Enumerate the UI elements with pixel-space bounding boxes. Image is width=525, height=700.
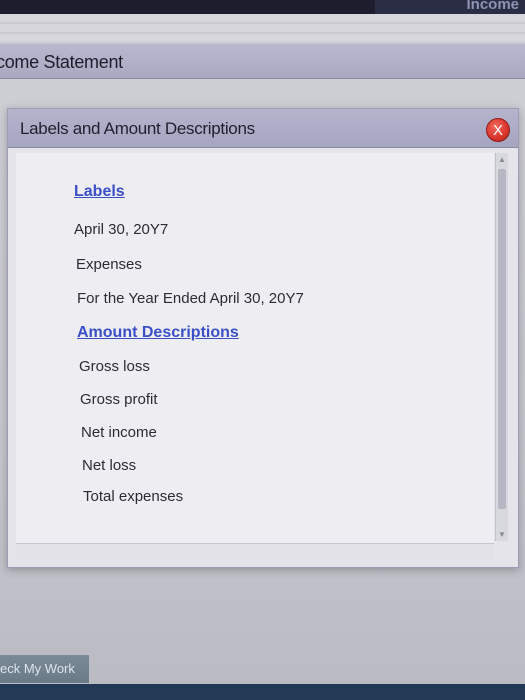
top-bar: Income: [0, 0, 525, 14]
close-button[interactable]: X: [486, 118, 510, 142]
scroll-thumb[interactable]: [498, 169, 506, 509]
dialog-scrollbar[interactable]: ▲ ▼: [495, 153, 508, 541]
check-my-work-button[interactable]: eck My Work: [0, 655, 89, 683]
top-tab[interactable]: Income: [375, 0, 525, 14]
labels-heading-link[interactable]: Labels: [74, 183, 125, 201]
list-item-net-loss[interactable]: Net loss: [82, 457, 136, 474]
statement-header: come Statement: [0, 44, 525, 79]
list-item-period[interactable]: For the Year Ended April 30, 20Y7: [77, 290, 304, 307]
amount-descriptions-link[interactable]: Amount Descriptions: [77, 324, 239, 342]
dialog-footer: [16, 543, 494, 560]
list-item-expenses[interactable]: Expenses: [76, 256, 142, 273]
scroll-up-icon[interactable]: ▲: [498, 155, 506, 164]
list-item-gross-loss[interactable]: Gross loss: [79, 358, 150, 375]
list-item-gross-profit[interactable]: Gross profit: [80, 391, 158, 408]
dialog-title: Labels and Amount Descriptions: [20, 119, 255, 138]
list-item-total-expenses[interactable]: Total expenses: [83, 488, 183, 505]
labels-dialog: Labels and Amount Descriptions X Labels …: [7, 108, 519, 568]
scroll-down-icon[interactable]: ▼: [498, 530, 506, 539]
list-item-date[interactable]: April 30, 20Y7: [74, 221, 168, 238]
close-icon: X: [492, 122, 503, 139]
list-item-net-income[interactable]: Net income: [81, 424, 157, 441]
statement-title: come Statement: [0, 52, 123, 72]
background-lines: [0, 14, 525, 46]
dialog-header: Labels and Amount Descriptions X: [8, 109, 518, 148]
taskbar: [0, 684, 525, 700]
dialog-body: Labels April 30, 20Y7 Expenses For the Y…: [16, 153, 494, 543]
